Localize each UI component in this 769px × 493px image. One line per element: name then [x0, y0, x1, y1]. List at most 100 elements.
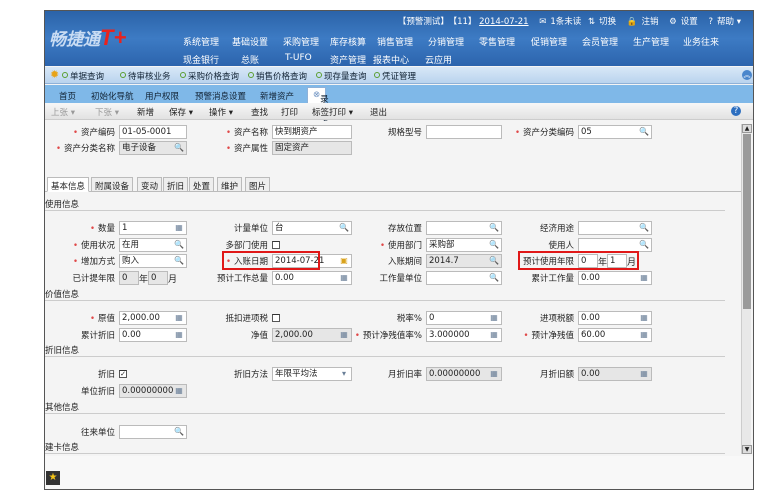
asset-name-input[interactable]: 快到期资产: [272, 125, 352, 139]
add-method-input[interactable]: 购入 🔍: [119, 254, 187, 268]
residual-rate-input[interactable]: 3.000000 ▦: [426, 328, 502, 342]
residual-value-input[interactable]: 60.00 ▦: [578, 328, 652, 342]
quick-sales-price[interactable]: 销售价格查询: [248, 70, 307, 82]
search-icon[interactable]: 🔍: [489, 223, 499, 233]
work-total-input[interactable]: 0.00 ▦: [272, 271, 352, 285]
nav-cash[interactable]: 现金银行: [183, 53, 219, 66]
tax-rate-input[interactable]: 0 ▦: [426, 311, 502, 325]
search-icon[interactable]: 🔍: [489, 273, 499, 283]
nav-business[interactable]: 业务往来: [683, 35, 719, 48]
scroll-down-arrow[interactable]: ▼: [742, 445, 752, 454]
prev-button[interactable]: 上张 ▾: [51, 106, 75, 118]
nav-retail[interactable]: 零售管理: [479, 35, 515, 48]
mail-link[interactable]: ✉ 1条未读: [535, 17, 581, 27]
dep-method-select[interactable]: 年限平均法 ▾: [272, 367, 352, 381]
print-button[interactable]: 打印: [281, 106, 298, 118]
close-tab-icon[interactable]: ⊗: [313, 90, 320, 100]
spec-input[interactable]: [426, 125, 502, 139]
category-code-input[interactable]: 05 🔍: [578, 125, 652, 139]
search-icon[interactable]: 🔍: [174, 240, 184, 250]
help-icon[interactable]: ?: [731, 106, 741, 116]
quick-stock[interactable]: 现存量查询: [316, 70, 367, 82]
tab-home[interactable]: 首页: [59, 90, 76, 102]
save-button[interactable]: 保存 ▾: [169, 106, 193, 118]
calculator-icon[interactable]: ▦: [489, 313, 499, 323]
nav-ledger[interactable]: 总账: [241, 53, 259, 66]
status-input[interactable]: 在用 🔍: [119, 238, 187, 252]
calculator-icon[interactable]: ▦: [174, 330, 184, 340]
original-value-input[interactable]: 2,000.00 ▦: [119, 311, 187, 325]
dtab-accessories[interactable]: 附属设备: [91, 177, 134, 192]
search-icon[interactable]: 🔍: [489, 240, 499, 250]
user-input[interactable]: 🔍: [578, 238, 652, 252]
help-link[interactable]: ? 帮助 ▾: [705, 17, 742, 27]
nav-reports[interactable]: 报表中心: [373, 53, 409, 66]
multi-dept-checkbox[interactable]: [272, 241, 280, 249]
purpose-input[interactable]: 🔍: [578, 221, 652, 235]
nav-tufo[interactable]: T-UFO: [285, 53, 312, 63]
ops-button[interactable]: 操作 ▾: [209, 106, 233, 118]
qty-input[interactable]: 1 ▦: [119, 221, 187, 235]
nav-distribution[interactable]: 分销管理: [428, 35, 464, 48]
category-name-input[interactable]: 电子设备 🔍: [119, 141, 187, 155]
calculator-icon[interactable]: ▦: [639, 273, 649, 283]
location-input[interactable]: 🔍: [426, 221, 502, 235]
calculator-icon[interactable]: ▦: [639, 330, 649, 340]
vertical-scrollbar[interactable]: ▲ ▼: [741, 124, 752, 454]
quick-purchase-price[interactable]: 采购价格查询: [180, 70, 239, 82]
nav-basic[interactable]: 基础设置: [232, 35, 268, 48]
calculator-icon[interactable]: ▦: [174, 313, 184, 323]
dtab-change[interactable]: 变动: [137, 177, 163, 192]
search-icon[interactable]: 🔍: [639, 223, 649, 233]
dtab-images[interactable]: 图片: [245, 177, 271, 192]
new-button[interactable]: 新增: [137, 106, 154, 118]
nav-production[interactable]: 生产管理: [633, 35, 669, 48]
search-icon[interactable]: 🔍: [639, 240, 649, 250]
favorites-star-icon[interactable]: ★: [46, 471, 60, 485]
asset-code-input[interactable]: 01-05-0001: [119, 125, 187, 139]
nav-inventory[interactable]: 库存核算: [330, 35, 366, 48]
quick-doc-query[interactable]: 单据查询: [62, 70, 104, 82]
quick-voucher[interactable]: 凭证管理: [374, 70, 416, 82]
dtab-maintenance[interactable]: 维护: [217, 177, 243, 192]
tab-user-perm[interactable]: 用户权限: [145, 90, 179, 102]
label-print-button[interactable]: 标签打印 ▾: [312, 106, 353, 118]
calculator-icon[interactable]: ▦: [489, 330, 499, 340]
dtab-depreciation[interactable]: 折旧: [163, 177, 189, 192]
partner-input[interactable]: 🔍: [119, 425, 187, 439]
scrollbar-thumb[interactable]: [743, 134, 751, 309]
tab-new-asset[interactable]: 新增资产: [260, 90, 294, 102]
nav-sales[interactable]: 销售管理: [377, 35, 413, 48]
dtab-disposal[interactable]: 处置: [189, 177, 215, 192]
calculator-icon[interactable]: ▦: [174, 223, 184, 233]
collapse-icon[interactable]: ︽: [742, 70, 752, 80]
next-button[interactable]: 下张 ▾: [95, 106, 119, 118]
login-date-link[interactable]: 2014-07-21: [479, 17, 528, 27]
switch-link[interactable]: ⇅ 切换: [588, 17, 616, 27]
calculator-icon[interactable]: ▦: [639, 313, 649, 323]
search-icon[interactable]: 🔍: [174, 143, 184, 153]
find-button[interactable]: 查找: [251, 106, 268, 118]
depreciate-checkbox[interactable]: ✓: [119, 370, 127, 378]
tab-init-guide[interactable]: 初始化导航: [91, 90, 134, 102]
search-icon[interactable]: 🔍: [174, 427, 184, 437]
nav-purchase[interactable]: 采购管理: [283, 35, 319, 48]
search-icon[interactable]: 🔍: [174, 256, 184, 266]
nav-promotion[interactable]: 促销管理: [531, 35, 567, 48]
exit-button[interactable]: 退出: [370, 106, 387, 118]
quick-pending[interactable]: 待审核业务: [120, 70, 171, 82]
nav-member[interactable]: 会员管理: [582, 35, 618, 48]
work-cum-input[interactable]: 0.00 ▦: [578, 271, 652, 285]
nav-assets[interactable]: 资产管理: [330, 53, 366, 66]
dtab-basic[interactable]: 基本信息: [47, 177, 90, 192]
tab-card-entry[interactable]: ⊗ 录入卡片: [307, 87, 329, 141]
dept-input[interactable]: 采购部 🔍: [426, 238, 502, 252]
acc-dep-input[interactable]: 0.00 ▦: [119, 328, 187, 342]
tab-alert-settings[interactable]: 预警消息设置: [195, 90, 246, 102]
nav-system[interactable]: 系统管理: [183, 35, 219, 48]
deduct-tax-checkbox[interactable]: [272, 314, 280, 322]
input-tax-input[interactable]: 0.00 ▦: [578, 311, 652, 325]
search-icon[interactable]: 🔍: [639, 127, 649, 137]
work-unit-input[interactable]: 🔍: [426, 271, 502, 285]
scroll-up-arrow[interactable]: ▲: [742, 124, 752, 133]
